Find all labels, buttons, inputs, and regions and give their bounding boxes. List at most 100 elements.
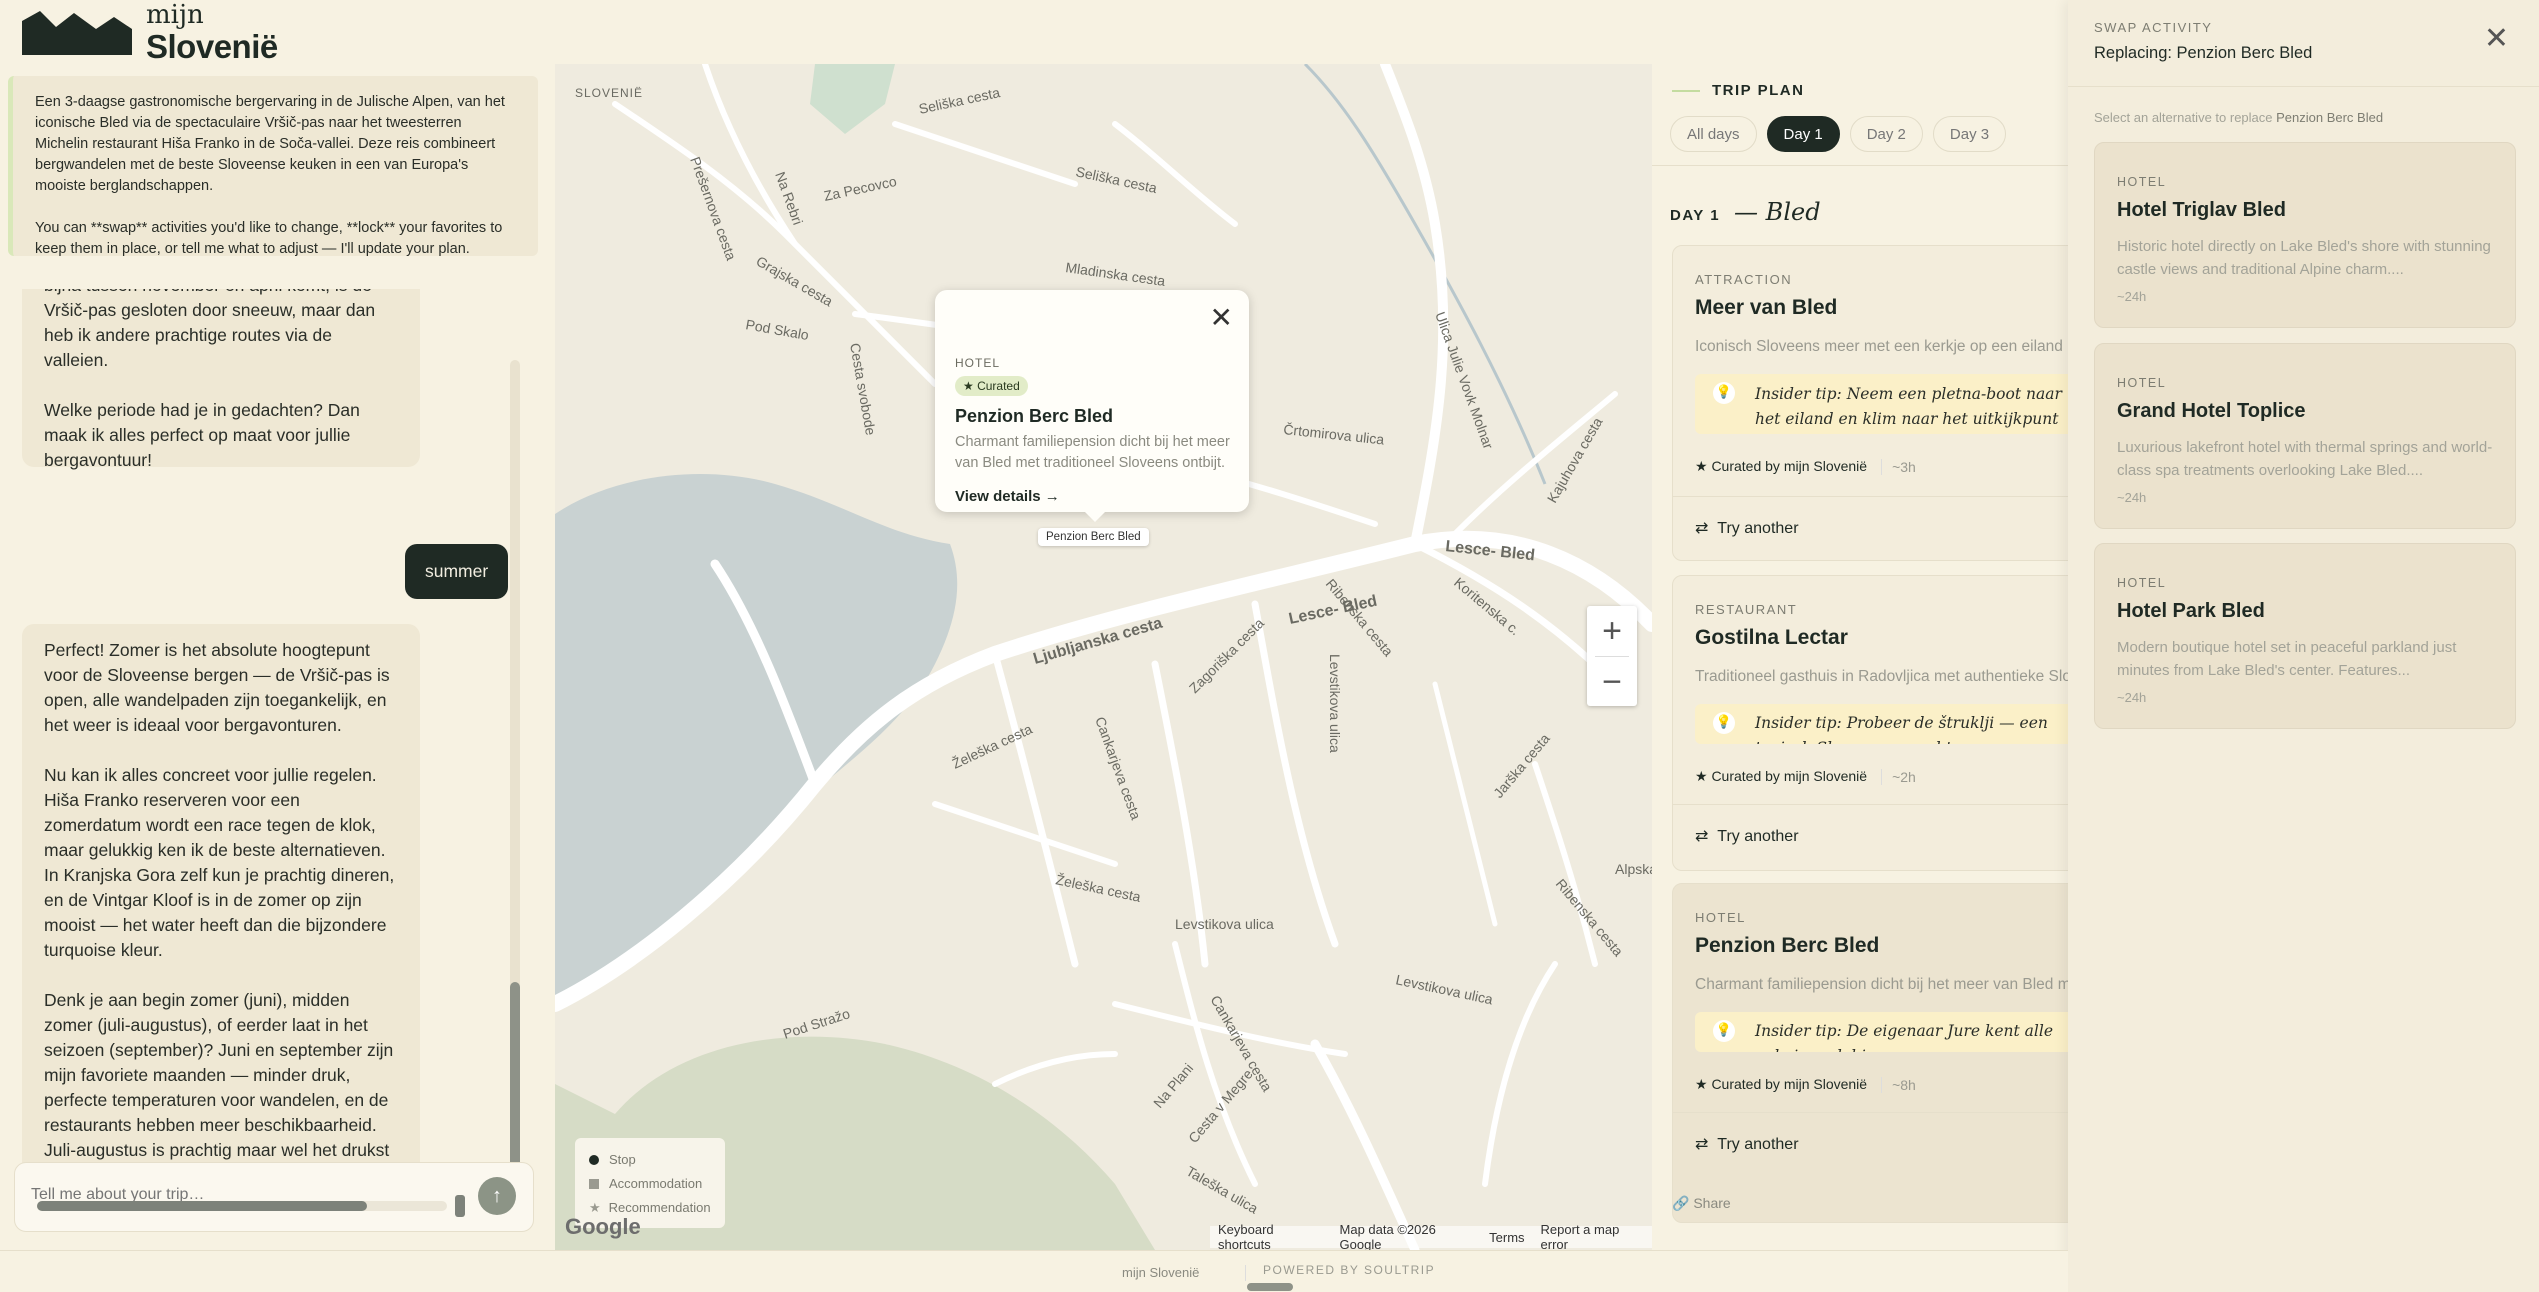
popup-description: Charmant familiepension dicht bij het me…: [955, 434, 1230, 471]
insider-tip: 💡 Insider tip: Probeer de štruklji — een …: [1695, 704, 2068, 744]
divider: [1673, 804, 2068, 805]
legend-label: Stop: [609, 1152, 636, 1167]
footer-divider: [1245, 1265, 1246, 1281]
alternative-card[interactable]: HOTEL Hotel Park Bled Modern boutique ho…: [2094, 543, 2516, 729]
alternative-type: HOTEL: [2117, 175, 2167, 189]
map-canvas[interactable]: SLOVENIË Seliška cesta Seliška cesta Pre…: [555, 64, 1652, 1250]
card-description: Charmant familiepension dicht bij het me…: [1695, 976, 2068, 993]
map-pin-label[interactable]: Penzion Berc Bled: [1038, 528, 1149, 546]
header: mijn Slovenië: [0, 0, 2068, 64]
tab-day-1[interactable]: Day 1: [1766, 116, 1840, 152]
input-resize-handle[interactable]: [455, 1195, 465, 1217]
curated-label: ★ Curated by mijn Slovenië: [1695, 458, 1868, 474]
popup-type: HOTEL: [955, 356, 1001, 370]
street-label: Levstikova ulica: [1394, 971, 1494, 1007]
day-title: — Bled: [1734, 198, 1821, 226]
terms-link[interactable]: Terms: [1489, 1230, 1524, 1245]
alternative-name: Grand Hotel Toplice: [2117, 400, 2306, 422]
try-another-button[interactable]: ⇄ Try another: [1695, 518, 1799, 538]
street-label: Zagoriška cesta: [1186, 615, 1267, 696]
insider-tip: 💡 Insider tip: Neem een pletna-boot naar …: [1695, 374, 2068, 434]
powered-by[interactable]: POWERED BY SOULTRIP: [1263, 1263, 1435, 1277]
street-label: Pod Skalo: [744, 316, 810, 343]
share-button[interactable]: 🔗 Share: [1672, 1195, 1731, 1212]
street-label: Cesta svobode: [847, 342, 879, 437]
mountain-logo-icon[interactable]: [22, 9, 132, 55]
zoom-in-button[interactable]: +: [1587, 606, 1637, 656]
river: [1303, 64, 1547, 485]
legend-stop: Stop: [589, 1148, 711, 1172]
trip-plan-heading: TRIP PLAN: [1712, 82, 1805, 99]
street-label: Alpska c.: [1615, 861, 1652, 877]
footer: mijn Slovenië POWERED BY SOULTRIP: [0, 1250, 2068, 1292]
keyboard-shortcuts-link[interactable]: Keyboard shortcuts: [1218, 1222, 1324, 1250]
app: mijn Slovenië Een 3-daagse gastronomisch…: [0, 0, 2539, 1292]
popup-title: Penzion Berc Bled: [955, 406, 1114, 426]
tip-text: Insider tip: Probeer de štruklji — een t…: [1755, 714, 2048, 744]
tab-day-2[interactable]: Day 2: [1849, 116, 1923, 152]
legend-accommodation: Accommodation: [589, 1172, 711, 1196]
alternative-description: Luxurious lakefront hotel with thermal s…: [2117, 439, 2493, 479]
chat-scrollbar-thumb[interactable]: [510, 982, 520, 1180]
map-data-text: Map data ©2026 Google: [1339, 1222, 1436, 1250]
try-another-button[interactable]: ⇄ Try another: [1695, 826, 1799, 846]
duration: ~2h: [1881, 768, 1916, 785]
alternative-card[interactable]: HOTEL Grand Hotel Toplice Luxurious lake…: [2094, 343, 2516, 529]
day-heading: DAY 1 — Bled: [1670, 198, 1821, 226]
lightbulb-icon: 💡: [1713, 382, 1735, 404]
stop-dot-icon: [589, 1155, 599, 1165]
page-scrollbar[interactable]: [1247, 1283, 1293, 1291]
try-another-label: Try another: [1717, 1136, 1799, 1153]
street-label: Seliška cesta: [1074, 163, 1158, 196]
view-details-link[interactable]: View details →: [955, 488, 1060, 505]
card-title: Meer van Bled: [1695, 296, 1838, 319]
report-error-link[interactable]: Report a map error: [1541, 1222, 1644, 1250]
street-label: Pod Stražo: [781, 1005, 852, 1042]
replacing-text: Replacing: Penzion Berc Bled: [2094, 44, 2313, 62]
activity-card[interactable]: RESTAURANT Gostilna Lectar Traditioneel …: [1672, 575, 2068, 871]
lightbulb-icon: 💡: [1713, 712, 1735, 734]
zoom-out-button[interactable]: −: [1587, 657, 1637, 707]
intro-instructions: You can **swap** activities you'd like t…: [35, 220, 503, 257]
card-category: HOTEL: [1695, 910, 1746, 925]
send-arrow-icon: ↑: [492, 1185, 502, 1207]
legend-label: Accommodation: [609, 1176, 703, 1191]
card-meta: ★ Curated by mijn Slovenië ~8h: [1695, 1076, 1916, 1093]
swap-activity-panel: SWAP ACTIVITY Replacing: Penzion Berc Bl…: [2068, 0, 2539, 1292]
google-logo[interactable]: Google: [565, 1214, 641, 1240]
close-icon[interactable]: ✕: [2484, 24, 2509, 54]
curated-label: ★ Curated by mijn Slovenië: [1695, 768, 1868, 784]
tab-day-3[interactable]: Day 3: [1932, 116, 2007, 152]
send-button[interactable]: ↑: [478, 1177, 516, 1215]
duration: ~8h: [1881, 1076, 1916, 1093]
input-scrollbar[interactable]: [37, 1201, 447, 1211]
card-title: Penzion Berc Bled: [1695, 934, 1880, 957]
park-area: [810, 64, 895, 134]
link-icon: 🔗: [1672, 1195, 1690, 1211]
alternative-description: Modern boutique hotel set in peaceful pa…: [2117, 639, 2457, 679]
card-meta: ★ Curated by mijn Slovenië ~3h: [1695, 458, 1916, 475]
map-info-popup: ✕ HOTEL ★ Curated Penzion Berc Bled Char…: [935, 290, 1249, 522]
trip-intro: Een 3-daagse gastronomische bergervaring…: [8, 76, 538, 257]
alternative-card[interactable]: HOTEL Hotel Triglav Bled Historic hotel …: [2094, 142, 2516, 328]
street-label: Grajska cesta: [754, 253, 836, 310]
divider: [1673, 496, 2068, 497]
activity-card[interactable]: ATTRACTION Meer van Bled Iconisch Slovee…: [1672, 245, 2068, 561]
swap-icon: ⇄: [1695, 828, 1709, 845]
accommodation-square-icon: [589, 1179, 599, 1189]
street-label: Mladinska cesta: [1065, 259, 1167, 289]
try-another-button[interactable]: ⇄ Try another: [1695, 1134, 1799, 1154]
divider: [1652, 165, 2068, 166]
street-label: Črtomirova ulica: [1283, 421, 1385, 448]
brand-logo[interactable]: mijn Slovenië: [146, 2, 278, 63]
tab-all-days[interactable]: All days: [1670, 116, 1757, 152]
popup-close-icon[interactable]: ✕: [1210, 304, 1233, 332]
input-scrollbar-thumb[interactable]: [37, 1201, 367, 1211]
duration: ~3h: [1881, 458, 1916, 475]
alternative-duration: ~24h: [2117, 690, 2147, 705]
card-description: Traditioneel gasthuis in Radovljica met …: [1695, 668, 2068, 685]
alternative-description: Historic hotel directly on Lake Bled's s…: [2117, 238, 2491, 278]
activity-card[interactable]: HOTEL Penzion Berc Bled Charmant familie…: [1672, 883, 2068, 1223]
map[interactable]: SLOVENIË Seliška cesta Seliška cesta Pre…: [555, 64, 1652, 1250]
user-message: summer: [405, 544, 509, 599]
